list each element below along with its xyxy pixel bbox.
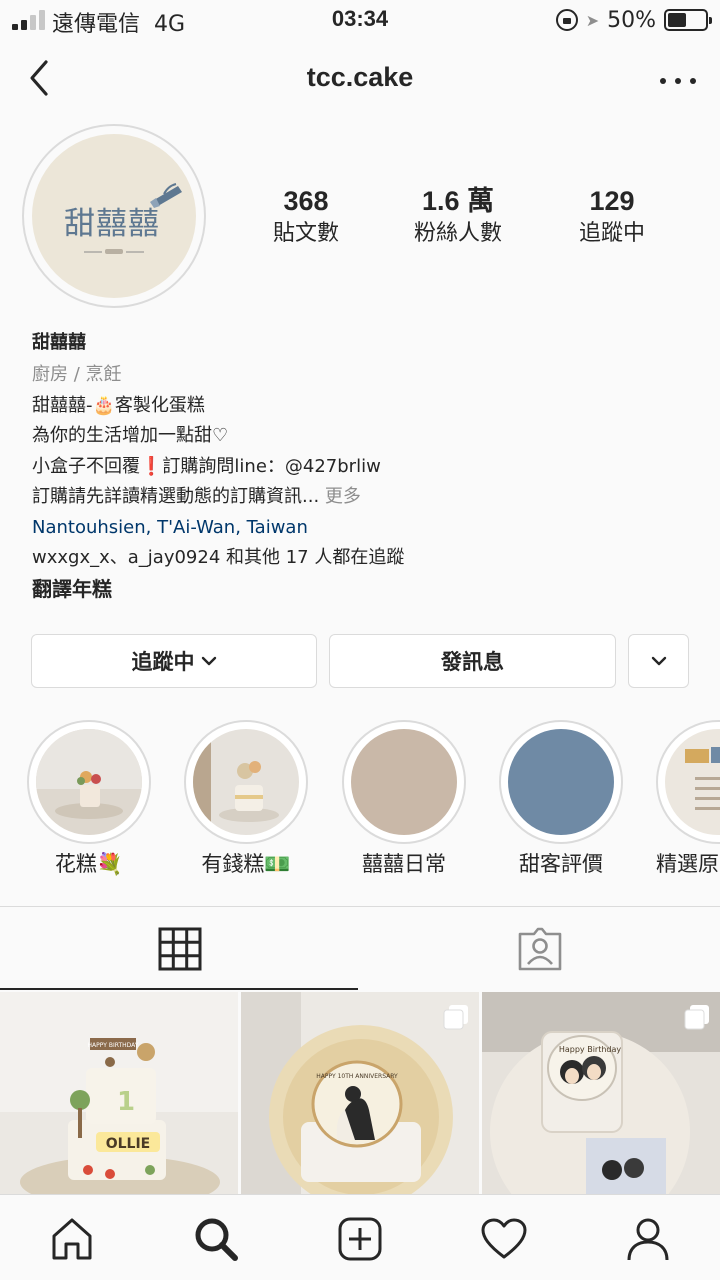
highlight-cover xyxy=(508,729,614,835)
followed-by-text[interactable]: wxxgx_x、a_jay0924 和其他 17 人都在追蹤 xyxy=(32,543,692,574)
nav-new-post[interactable] xyxy=(332,1211,388,1267)
cake-topper-text: Happy Birthday xyxy=(559,1045,622,1054)
cake-topper-text: HAPPY BIRTHDAY xyxy=(88,1042,139,1049)
rotation-lock-icon xyxy=(555,9,578,31)
active-tab-indicator xyxy=(0,988,358,990)
tab-tagged[interactable] xyxy=(360,908,720,990)
translate-link[interactable]: 翻譯年糕 xyxy=(32,574,692,605)
status-bar: 遠傳電信 4G 03:34 ➤ 50% xyxy=(0,0,720,40)
story-highlight[interactable]: 花糕💐 xyxy=(27,720,151,878)
heart-icon xyxy=(481,1218,527,1259)
bio-line: 為你的生活增加一點甜♡ xyxy=(32,425,229,446)
suggested-accounts-button[interactable] xyxy=(628,634,689,688)
highlight-cover xyxy=(351,729,457,835)
story-highlight[interactable]: 精選原 xyxy=(656,720,720,878)
cake-number-text: 1 xyxy=(117,1087,135,1117)
bottom-tab-bar xyxy=(0,1194,720,1280)
bio-line: 訂購請先詳讀精選動態的訂購資訊... xyxy=(32,486,320,507)
profile-bio: 甜囍囍 廚房 / 烹飪 甜囍囍-🎂客製化蛋糕 為你的生活增加一點甜♡ 小盒子不回… xyxy=(32,328,692,604)
more-options-icon[interactable] xyxy=(660,66,696,96)
stat-followers[interactable]: 1.6 萬 粉絲人數 xyxy=(388,184,528,250)
stat-following[interactable]: 129 追蹤中 xyxy=(542,184,682,250)
bio-more-link[interactable]: 更多 xyxy=(325,486,361,507)
message-button[interactable]: 發訊息 xyxy=(329,634,616,688)
nav-home[interactable] xyxy=(44,1211,100,1267)
cake-name-text: OLLIE xyxy=(106,1136,151,1152)
nav-activity[interactable] xyxy=(476,1211,532,1267)
bio-line: 甜囍囍-🎂客製化蛋糕 xyxy=(32,394,205,416)
highlight-cover xyxy=(665,729,720,835)
profile-header: tcc.cake xyxy=(0,44,720,120)
post-grid: HAPPY BIRTHDAY 1 OLLIE HAPPY 10TH ANNIVE… xyxy=(0,992,720,1194)
story-highlight[interactable]: 甜客評價 xyxy=(499,720,623,878)
profile-avatar[interactable]: 甜囍囍 xyxy=(22,124,206,308)
home-icon xyxy=(52,1218,92,1260)
multiple-photos-icon xyxy=(684,1005,709,1030)
location-arrow-icon: ➤ xyxy=(585,10,600,30)
multiple-photos-icon xyxy=(443,1005,468,1030)
person-icon xyxy=(627,1218,669,1261)
cake-topper-text: HAPPY 10TH ANNIVERSARY xyxy=(316,1073,398,1080)
chevron-down-icon xyxy=(651,656,666,666)
avatar-logo: 甜囍囍 xyxy=(64,183,182,254)
tab-grid[interactable] xyxy=(0,908,360,990)
profile-username: tcc.cake xyxy=(306,62,414,92)
stat-posts[interactable]: 368 貼文數 xyxy=(236,184,376,250)
nav-profile[interactable] xyxy=(620,1211,676,1267)
profile-display-name: 甜囍囍 xyxy=(32,332,86,353)
grid-icon xyxy=(158,927,202,971)
profile-location[interactable]: Nantouhsien, T'Ai-Wan, Taiwan xyxy=(32,513,692,544)
profile-category: 廚房 / 烹飪 xyxy=(32,364,122,385)
svg-text:甜囍囍: 甜囍囍 xyxy=(64,206,160,242)
highlight-cover xyxy=(193,729,299,835)
tagged-person-icon xyxy=(518,927,562,971)
post-thumbnail[interactable]: Happy Birthday xyxy=(482,992,720,1194)
following-button[interactable]: 追蹤中 xyxy=(31,634,317,688)
tabs-divider xyxy=(0,906,720,907)
post-thumbnail[interactable]: HAPPY 10TH ANNIVERSARY xyxy=(241,992,479,1194)
plus-square-icon xyxy=(338,1217,382,1261)
battery-percent: 50% xyxy=(607,7,656,33)
story-highlight[interactable]: 囍囍日常 xyxy=(342,720,466,878)
chevron-down-icon xyxy=(201,656,216,666)
search-icon xyxy=(195,1218,238,1261)
battery-icon xyxy=(664,9,712,31)
story-highlight[interactable]: 有錢糕💵 xyxy=(184,720,308,878)
post-thumbnail[interactable]: HAPPY BIRTHDAY 1 OLLIE xyxy=(0,992,238,1194)
nav-search[interactable] xyxy=(188,1211,244,1267)
highlight-cover xyxy=(36,729,142,835)
bio-line: 小盒子不回覆❗️訂購詢問line：@427brliw xyxy=(32,455,381,477)
